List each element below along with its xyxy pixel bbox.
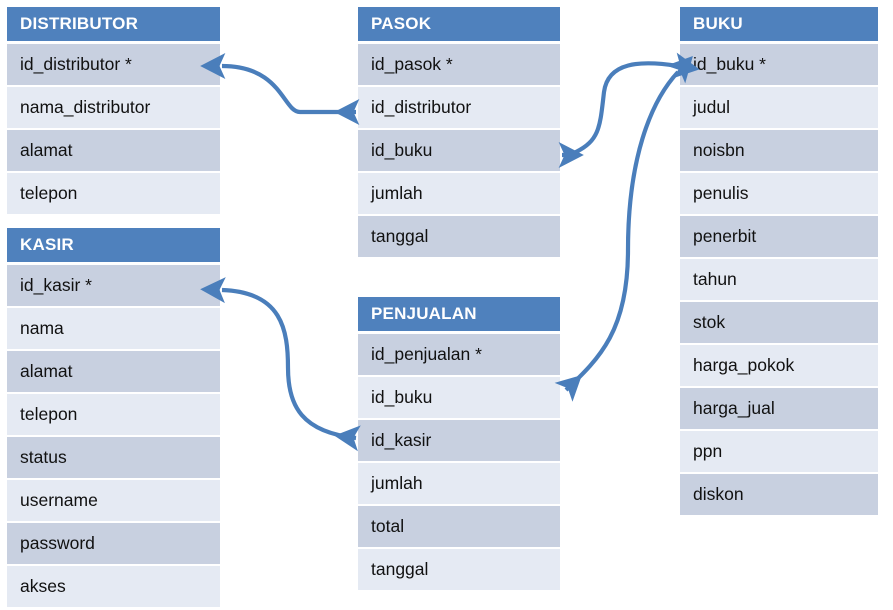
field-nama-distributor[interactable]: nama_distributor <box>7 87 220 128</box>
connector-kasir-penjualan <box>200 277 361 452</box>
field-id-penjualan[interactable]: id_penjualan * <box>358 334 560 375</box>
field-tahun[interactable]: tahun <box>680 259 878 300</box>
entity-kasir[interactable]: KASIR id_kasir * nama alamat telepon sta… <box>7 228 220 607</box>
entity-distributor-title: DISTRIBUTOR <box>7 7 220 41</box>
entity-pasok-fields: id_pasok * id_distributor id_buku jumlah… <box>358 44 560 257</box>
field-id-kasir[interactable]: id_kasir <box>358 420 560 461</box>
field-id-pasok[interactable]: id_pasok * <box>358 44 560 85</box>
field-ppn[interactable]: ppn <box>680 431 878 472</box>
field-jumlah[interactable]: jumlah <box>358 173 560 214</box>
connector-distributor-pasok <box>200 52 360 126</box>
connector-buku-penjualan <box>554 56 693 402</box>
field-alamat[interactable]: alamat <box>7 130 220 171</box>
field-telepon[interactable]: telepon <box>7 394 220 435</box>
field-id-buku[interactable]: id_buku * <box>680 44 878 85</box>
entity-buku[interactable]: BUKU id_buku * judul noisbn penulis pene… <box>680 7 878 515</box>
field-id-distributor[interactable]: id_distributor * <box>7 44 220 85</box>
field-noisbn[interactable]: noisbn <box>680 130 878 171</box>
entity-penjualan[interactable]: PENJUALAN id_penjualan * id_buku id_kasi… <box>358 297 560 590</box>
field-nama[interactable]: nama <box>7 308 220 349</box>
field-judul[interactable]: judul <box>680 87 878 128</box>
field-status[interactable]: status <box>7 437 220 478</box>
field-harga-pokok[interactable]: harga_pokok <box>680 345 878 386</box>
entity-distributor-fields: id_distributor * nama_distributor alamat… <box>7 44 220 214</box>
field-alamat[interactable]: alamat <box>7 351 220 392</box>
field-jumlah[interactable]: jumlah <box>358 463 560 504</box>
entity-buku-title: BUKU <box>680 7 878 41</box>
field-id-distributor[interactable]: id_distributor <box>358 87 560 128</box>
field-total[interactable]: total <box>358 506 560 547</box>
entity-pasok[interactable]: PASOK id_pasok * id_distributor id_buku … <box>358 7 560 257</box>
field-penerbit[interactable]: penerbit <box>680 216 878 257</box>
field-stok[interactable]: stok <box>680 302 878 343</box>
field-tanggal[interactable]: tanggal <box>358 216 560 257</box>
field-diskon[interactable]: diskon <box>680 474 878 515</box>
field-akses[interactable]: akses <box>7 566 220 607</box>
field-id-buku[interactable]: id_buku <box>358 130 560 171</box>
field-id-kasir[interactable]: id_kasir * <box>7 265 220 306</box>
field-telepon[interactable]: telepon <box>7 173 220 214</box>
er-diagram-canvas: DISTRIBUTOR id_distributor * nama_distri… <box>0 0 893 610</box>
field-harga-jual[interactable]: harga_jual <box>680 388 878 429</box>
entity-distributor[interactable]: DISTRIBUTOR id_distributor * nama_distri… <box>7 7 220 214</box>
entity-kasir-title: KASIR <box>7 228 220 262</box>
entity-pasok-title: PASOK <box>358 7 560 41</box>
entity-penjualan-fields: id_penjualan * id_buku id_kasir jumlah t… <box>358 334 560 590</box>
entity-penjualan-title: PENJUALAN <box>358 297 560 331</box>
field-tanggal[interactable]: tanggal <box>358 549 560 590</box>
field-id-buku[interactable]: id_buku <box>358 377 560 418</box>
field-penulis[interactable]: penulis <box>680 173 878 214</box>
entity-kasir-fields: id_kasir * nama alamat telepon status us… <box>7 265 220 607</box>
entity-buku-fields: id_buku * judul noisbn penulis penerbit … <box>680 44 878 515</box>
connector-buku-pasok <box>558 52 700 169</box>
field-username[interactable]: username <box>7 480 220 521</box>
field-password[interactable]: password <box>7 523 220 564</box>
